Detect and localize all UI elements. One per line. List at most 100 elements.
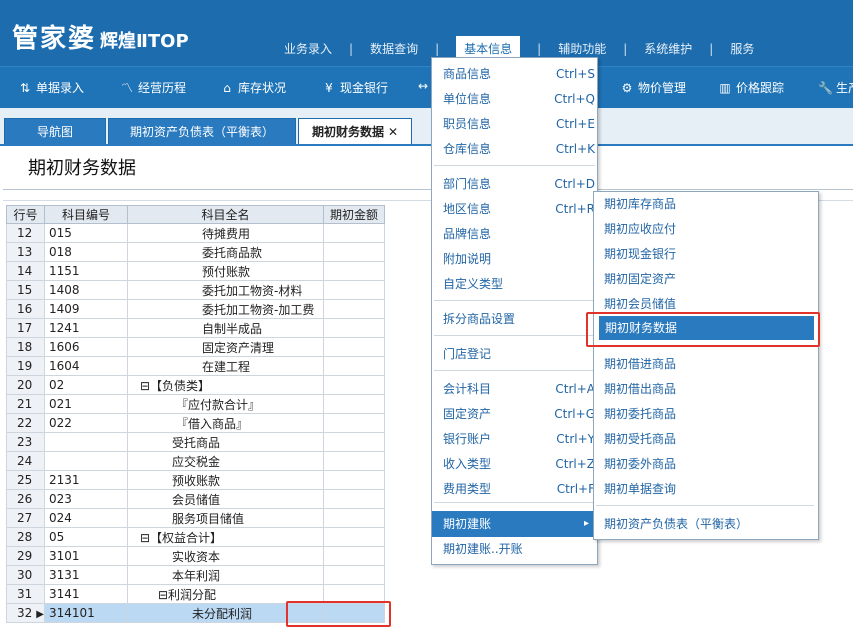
- account-code-cell[interactable]: 3141: [44, 584, 128, 604]
- menu-item[interactable]: 商品信息 Ctrl+S: [432, 64, 597, 84]
- account-name-cell[interactable]: 应交税金: [127, 451, 324, 471]
- submenu-item[interactable]: 期初委托商品: [594, 404, 818, 424]
- opening-amount-cell[interactable]: [323, 527, 385, 547]
- account-name-cell[interactable]: 『应付款合计』: [127, 394, 324, 414]
- submenu-item[interactable]: 期初借出商品: [594, 379, 818, 399]
- table-row[interactable]: 18 1606 固定资产清理: [6, 337, 385, 357]
- opening-amount-cell[interactable]: [323, 565, 385, 585]
- account-name-cell[interactable]: 预付账款: [127, 261, 324, 281]
- submenu-item[interactable]: 期初资产负债表（平衡表）: [594, 514, 818, 534]
- opening-amount-cell[interactable]: [323, 413, 385, 433]
- table-row[interactable]: 27 024 服务项目储值: [6, 508, 385, 528]
- submenu-item[interactable]: 期初借进商品: [594, 354, 818, 374]
- account-code-cell[interactable]: 018: [44, 242, 128, 262]
- opening-amount-cell[interactable]: [323, 299, 385, 319]
- table-row[interactable]: 21 021 『应付款合计』: [6, 394, 385, 414]
- table-row[interactable]: 16 1409 委托加工物资-加工费: [6, 299, 385, 319]
- column-header-row-no[interactable]: 行号: [6, 205, 45, 224]
- opening-amount-cell[interactable]: [323, 489, 385, 509]
- submenu-item[interactable]: 期初会员储值: [594, 294, 818, 314]
- submenu-item[interactable]: 期初库存商品: [594, 194, 818, 214]
- toolbar-document-entry-button[interactable]: ⇅ 单据录入: [18, 79, 84, 96]
- table-row[interactable]: 26 023 会员储值: [6, 489, 385, 509]
- account-name-cell[interactable]: 受托商品: [127, 432, 324, 452]
- opening-amount-cell[interactable]: [323, 470, 385, 490]
- menu-item[interactable]: 期初建账..开账: [432, 539, 597, 559]
- opening-amount-cell[interactable]: [323, 356, 385, 376]
- opening-amount-cell[interactable]: [323, 318, 385, 338]
- toolbar-business-history-button[interactable]: 〽经营历程: [120, 79, 186, 96]
- account-code-cell[interactable]: 022: [44, 413, 128, 433]
- account-name-cell[interactable]: 服务项目储值: [127, 508, 324, 528]
- opening-amount-cell[interactable]: [323, 451, 385, 471]
- account-name-cell[interactable]: 会员储值: [127, 489, 324, 509]
- topnav-business-entry[interactable]: 业务录入: [280, 40, 336, 57]
- menu-item[interactable]: 部门信息 Ctrl+D: [432, 174, 597, 194]
- opening-amount-cell[interactable]: [323, 432, 385, 452]
- opening-amount-cell[interactable]: [323, 223, 385, 243]
- menu-item[interactable]: 仓库信息 Ctrl+K: [432, 139, 597, 159]
- account-code-cell[interactable]: 1604: [44, 356, 128, 376]
- opening-amount-cell[interactable]: [323, 242, 385, 262]
- account-name-cell[interactable]: ⊟【负债类】: [127, 375, 324, 395]
- toolbar-price-management-button[interactable]: ⚙ 物价管理: [620, 79, 686, 96]
- account-code-cell[interactable]: 1408: [44, 280, 128, 300]
- tab-opening-balance-sheet[interactable]: 期初资产负债表（平衡表）: [108, 118, 296, 145]
- account-code-cell[interactable]: 3131: [44, 565, 128, 585]
- account-name-cell[interactable]: 自制半成品: [127, 318, 324, 338]
- opening-amount-cell[interactable]: [323, 337, 385, 357]
- account-name-cell[interactable]: 固定资产清理: [127, 337, 324, 357]
- toolbar-inventory-button[interactable]: ⌂ 库存状况: [220, 79, 286, 96]
- account-code-cell[interactable]: [44, 432, 128, 452]
- submenu-item[interactable]: 期初固定资产: [594, 269, 818, 289]
- table-row[interactable]: 28 05 ⊟【权益合计】: [6, 527, 385, 547]
- tab-opening-financial-data[interactable]: 期初财务数据 ✕: [298, 118, 412, 145]
- submenu-item[interactable]: 期初受托商品: [594, 429, 818, 449]
- menu-item[interactable]: 期初建账 ▸: [432, 511, 597, 537]
- account-name-cell[interactable]: 委托商品款: [127, 242, 324, 262]
- account-code-cell[interactable]: 314101: [44, 603, 128, 623]
- account-name-cell[interactable]: 本年利润: [127, 565, 324, 585]
- table-row[interactable]: 30 3131 本年利润: [6, 565, 385, 585]
- account-code-cell[interactable]: [44, 451, 128, 471]
- menu-item[interactable]: 会计科目 Ctrl+A: [432, 379, 597, 399]
- opening-amount-cell[interactable]: [323, 508, 385, 528]
- account-code-cell[interactable]: 1606: [44, 337, 128, 357]
- menu-item[interactable]: 费用类型 Ctrl+F: [432, 479, 597, 499]
- table-row[interactable]: 17 1241 自制半成品: [6, 318, 385, 338]
- tab-navigation-map[interactable]: 导航图: [4, 118, 106, 145]
- menu-item[interactable]: 银行账户 Ctrl+Y: [432, 429, 597, 449]
- menu-item[interactable]: 单位信息 Ctrl+Q: [432, 89, 597, 109]
- table-row[interactable]: 12 015 待摊费用: [6, 223, 385, 243]
- table-row[interactable]: 25 2131 预收账款: [6, 470, 385, 490]
- toolbar-price-tracking-button[interactable]: ▥ 价格跟踪: [718, 79, 784, 96]
- table-row[interactable]: 20 02 ⊟【负债类】: [6, 375, 385, 395]
- account-name-cell[interactable]: 在建工程: [127, 356, 324, 376]
- account-code-cell[interactable]: 05: [44, 527, 128, 547]
- table-row[interactable]: 19 1604 在建工程: [6, 356, 385, 376]
- account-code-cell[interactable]: 1241: [44, 318, 128, 338]
- account-name-cell[interactable]: ⊟【权益合计】: [127, 527, 324, 547]
- table-row[interactable]: 15 1408 委托加工物资-材料: [6, 280, 385, 300]
- column-header-opening-amount[interactable]: 期初金额: [323, 205, 385, 224]
- opening-amount-cell[interactable]: [323, 375, 385, 395]
- topnav-system-maintenance[interactable]: 系统维护: [640, 40, 696, 57]
- account-code-cell[interactable]: 021: [44, 394, 128, 414]
- account-code-cell[interactable]: 2131: [44, 470, 128, 490]
- topnav-data-query[interactable]: 数据查询: [366, 40, 422, 57]
- opening-amount-cell[interactable]: [323, 280, 385, 300]
- submenu-item[interactable]: 期初单据查询: [594, 479, 818, 499]
- account-code-cell[interactable]: 1409: [44, 299, 128, 319]
- table-row[interactable]: 13 018 委托商品款: [6, 242, 385, 262]
- menu-item[interactable]: 品牌信息: [432, 224, 597, 244]
- topnav-service[interactable]: 服务: [726, 40, 758, 57]
- menu-item[interactable]: 拆分商品设置: [432, 309, 597, 329]
- menu-item[interactable]: 职员信息 Ctrl+E: [432, 114, 597, 134]
- account-name-cell[interactable]: 预收账款: [127, 470, 324, 490]
- topnav-auxiliary[interactable]: 辅助功能: [554, 40, 610, 57]
- account-name-cell[interactable]: 委托加工物资-材料: [127, 280, 324, 300]
- column-header-full-name[interactable]: 科目全名: [127, 205, 324, 224]
- account-name-cell[interactable]: 『借入商品』: [127, 413, 324, 433]
- table-row[interactable]: 23 受托商品: [6, 432, 385, 452]
- column-header-code[interactable]: 科目编号: [44, 205, 128, 224]
